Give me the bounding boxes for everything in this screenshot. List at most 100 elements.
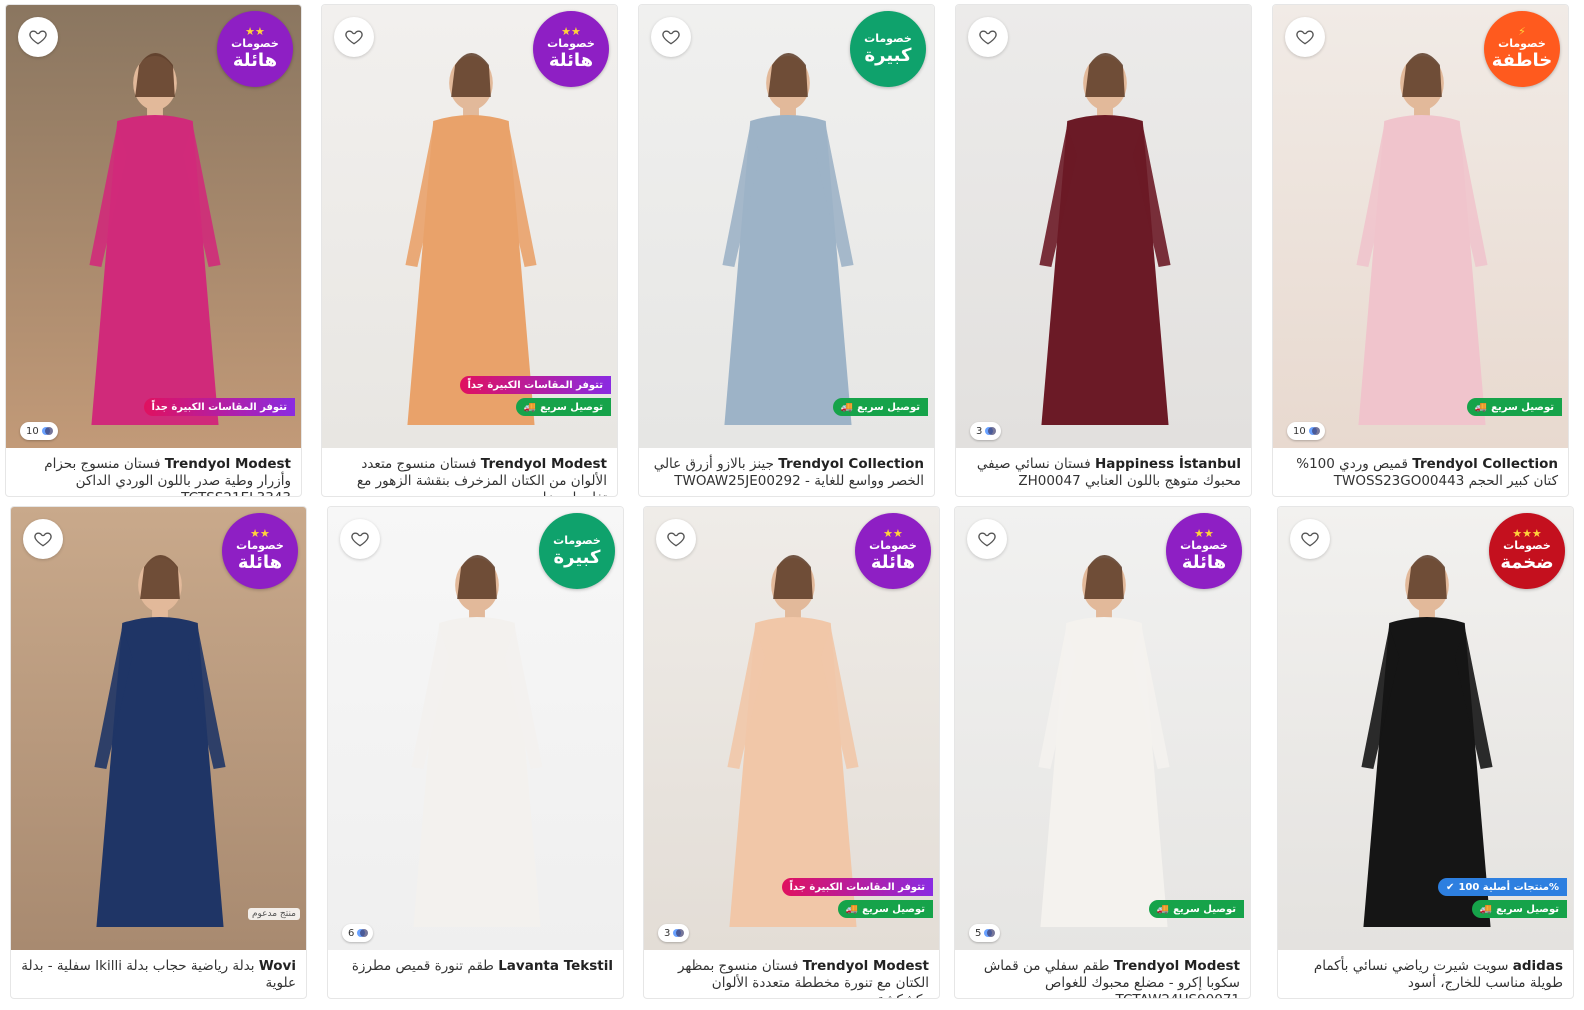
- product-brand: Trendyol Modest: [164, 456, 291, 472]
- favorite-button[interactable]: [334, 17, 374, 57]
- product-title[interactable]: adidas سويت شيرت رياضي نسائي بأكمام طويل…: [1278, 950, 1573, 998]
- fast-delivery-badge: 🚚 توصيل سريع: [515, 398, 611, 416]
- product-image[interactable]: 3: [956, 5, 1251, 448]
- favorite-button[interactable]: [968, 17, 1008, 57]
- product-brand: Trendyol Modest: [802, 958, 929, 974]
- favorite-button[interactable]: [340, 519, 380, 559]
- badge-label: توصيل سريع: [862, 903, 925, 915]
- product-card[interactable]: ★★ خصومات هائلة تتوفر المقاسات الكبيرة جداً…: [321, 4, 618, 497]
- color-variant-count[interactable]: 10: [1287, 422, 1325, 440]
- color-swatch-icon: [673, 929, 685, 937]
- model-photo: [1039, 53, 1171, 425]
- color-variant-count[interactable]: 10: [20, 422, 58, 440]
- promo-label-main: كبيرة: [553, 547, 601, 568]
- product-image[interactable]: ★★ خصومات هائلة تتوفر المقاسات الكبيرة جداً…: [644, 507, 939, 950]
- badge-label: توصيل سريع: [1491, 401, 1554, 413]
- promo-badge: ★★ خصومات هائلة: [855, 513, 931, 589]
- heart-icon: [979, 30, 997, 45]
- variant-count-number: 3: [664, 927, 671, 939]
- plus-size-badge: تتوفر المقاسات الكبيرة جداً: [143, 398, 295, 416]
- badge-label: تتوفر المقاسات الكبيرة جداً: [789, 881, 926, 893]
- favorite-button[interactable]: [23, 519, 63, 559]
- product-image[interactable]: ★★ خصومات هائلة 🚚 توصيل سريع 5: [955, 507, 1250, 950]
- product-title[interactable]: Lavanta Tekstil طقم تنورة قميص مطرزة: [328, 950, 623, 998]
- favorite-button[interactable]: [656, 519, 696, 559]
- product-name: طقم تنورة قميص مطرزة: [351, 958, 494, 974]
- variant-count-number: 10: [26, 425, 39, 437]
- product-card[interactable]: ⚡ خصومات خاطفة 🚚 توصيل سريع 10 Trendyol Collec…: [1272, 4, 1569, 497]
- promo-label-top: خصومات: [547, 37, 595, 50]
- product-image[interactable]: ★★ خصومات هائلة تتوفر المقاسات الكبيرة جداً…: [322, 5, 617, 448]
- product-image[interactable]: خصومات كبيرة 6: [328, 507, 623, 950]
- product-brand: Trendyol Collection: [778, 456, 924, 472]
- product-image[interactable]: خصومات كبيرة 🚚 توصيل سريع: [639, 5, 934, 448]
- product-image[interactable]: ⚡ خصومات خاطفة 🚚 توصيل سريع 10: [1273, 5, 1568, 448]
- product-brand: Happiness İstanbul: [1094, 456, 1241, 472]
- plus-size-badge: تتوفر المقاسات الكبيرة جداً: [781, 878, 933, 896]
- variant-count-number: 6: [348, 927, 355, 939]
- product-card[interactable]: خصومات كبيرة 6 Lavanta Tekstil طقم تنورة قم…: [327, 506, 624, 999]
- promo-label-main: كبيرة: [864, 45, 912, 66]
- fast-delivery-badge: 🚚 توصيل سريع: [832, 398, 928, 416]
- product-brand: adidas: [1512, 958, 1563, 974]
- product-card[interactable]: ★★ خصومات هائلة تتوفر المقاسات الكبيرة جداً…: [5, 4, 302, 497]
- product-card[interactable]: 3 Happiness İstanbul فستان نسائي صيفي محب…: [955, 4, 1252, 497]
- promo-stars: ⚡: [1518, 25, 1526, 38]
- favorite-button[interactable]: [18, 17, 58, 57]
- product-grid: ★★ خصومات هائلة تتوفر المقاسات الكبيرة جداً…: [0, 0, 1584, 1010]
- truck-icon: 🚚: [1156, 903, 1170, 915]
- truck-icon: 🚚: [845, 903, 859, 915]
- product-card[interactable]: ★★ خصومات هائلة منتج مدعوم Wovi بدلة رياضية …: [10, 506, 307, 999]
- product-title[interactable]: Trendyol Modest فستان منسوج بمظهر الكتان…: [644, 950, 939, 998]
- badge-label: تتوفر المقاسات الكبيرة جداً: [467, 379, 604, 391]
- product-image[interactable]: ★★★ خصومات ضخمة ✔ منتجات أصلية 100% 🚚 توصيل سر…: [1278, 507, 1573, 950]
- promo-stars: ★★: [245, 25, 265, 38]
- badge-label: توصيل سريع: [1173, 903, 1236, 915]
- favorite-button[interactable]: [1285, 17, 1325, 57]
- plus-size-badge: تتوفر المقاسات الكبيرة جداً: [459, 376, 611, 394]
- product-image[interactable]: ★★ خصومات هائلة منتج مدعوم: [11, 507, 306, 950]
- heart-icon: [1296, 30, 1314, 45]
- promo-label-top: خصومات: [553, 534, 601, 547]
- product-title[interactable]: Trendyol Collection جينز بالازو أزرق عال…: [639, 448, 934, 496]
- product-card[interactable]: ★★ خصومات هائلة تتوفر المقاسات الكبيرة جداً…: [643, 506, 940, 999]
- color-swatch-icon: [1308, 427, 1320, 435]
- badge-label: توصيل سريع: [540, 401, 603, 413]
- favorite-button[interactable]: [651, 17, 691, 57]
- truck-icon: 🚚: [840, 401, 854, 413]
- product-title[interactable]: Trendyol Modest فستان منسوج بحزام وأزرار…: [6, 448, 301, 496]
- product-title[interactable]: Wovi بدلة رياضية حجاب بدلة Ikilli سفلية …: [11, 950, 306, 998]
- product-card[interactable]: ★★ خصومات هائلة 🚚 توصيل سريع 5 Trendyol Modest…: [954, 506, 1251, 999]
- product-image[interactable]: ★★ خصومات هائلة تتوفر المقاسات الكبيرة جداً…: [6, 5, 301, 448]
- promo-badge: ⚡ خصومات خاطفة: [1484, 11, 1560, 87]
- product-title[interactable]: Trendyol Collection قميص وردي 100% كتان …: [1273, 448, 1568, 496]
- favorite-button[interactable]: [967, 519, 1007, 559]
- promo-stars: ★★: [561, 25, 581, 38]
- promo-stars: ★★: [250, 527, 270, 540]
- product-title[interactable]: Happiness İstanbul فستان نسائي صيفي محبو…: [956, 448, 1251, 496]
- color-variant-count[interactable]: 6: [342, 924, 374, 942]
- badge-label: توصيل سريع: [857, 401, 920, 413]
- product-name: بدلة رياضية حجاب بدلة Ikilli سفلية - بدل…: [21, 958, 296, 991]
- color-variant-count[interactable]: 3: [970, 422, 1002, 440]
- color-swatch-icon: [984, 929, 996, 937]
- promo-label-main: هائلة: [232, 50, 278, 71]
- promo-badge: خصومات كبيرة: [850, 11, 926, 87]
- heart-icon: [351, 532, 369, 547]
- product-title[interactable]: Trendyol Modest فستان منسوج متعدد الألوا…: [322, 448, 617, 496]
- color-variant-count[interactable]: 5: [969, 924, 1001, 942]
- product-brand: Lavanta Tekstil: [498, 958, 613, 974]
- product-card[interactable]: ★★★ خصومات ضخمة ✔ منتجات أصلية 100% 🚚 توصيل سر…: [1277, 506, 1574, 999]
- sponsored-label: منتج مدعوم: [247, 908, 300, 920]
- product-card[interactable]: خصومات كبيرة 🚚 توصيل سريع Trendyol Collectio…: [638, 4, 935, 497]
- promo-badge: ★★ خصومات هائلة: [533, 11, 609, 87]
- badge-label: منتجات أصلية 100%: [1458, 881, 1559, 893]
- product-title[interactable]: Trendyol Modest طقم سفلي من قماش سكوبا إ…: [955, 950, 1250, 998]
- promo-stars: ★★: [883, 527, 903, 540]
- heart-icon: [29, 30, 47, 45]
- product-brand: Trendyol Modest: [1113, 958, 1240, 974]
- heart-icon: [978, 532, 996, 547]
- promo-badge: ★★ خصومات هائلة: [222, 513, 298, 589]
- color-variant-count[interactable]: 3: [658, 924, 690, 942]
- favorite-button[interactable]: [1290, 519, 1330, 559]
